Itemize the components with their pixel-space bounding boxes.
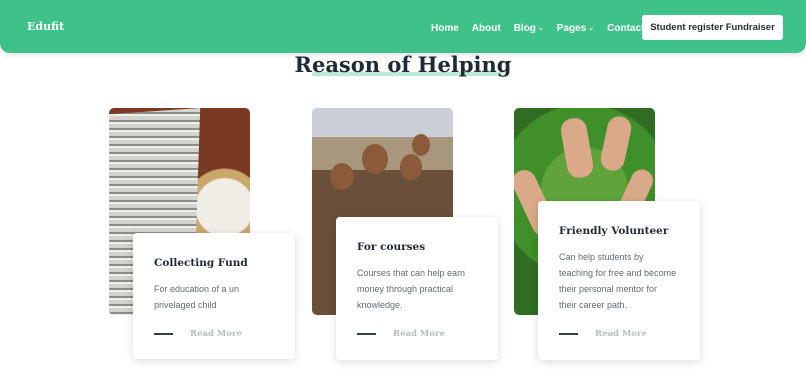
read-more-link[interactable]: Read More [559, 329, 647, 339]
card-desc-line: Courses that can help earn [357, 268, 466, 278]
student-register-button[interactable]: Student register Fundraiser [642, 15, 783, 40]
nav-home-label: Home [431, 22, 459, 34]
card-title: For courses [357, 241, 426, 253]
read-more-label: Read More [393, 329, 445, 339]
card-friendly-volunteer: Friendly Volunteer Can help students by … [538, 201, 700, 360]
card-for-courses: For courses Courses that can help earn m… [336, 217, 498, 360]
child-figure [412, 134, 430, 156]
hand-shape [558, 116, 596, 180]
card-collecting-fund: Collecting Fund For education of a un pr… [133, 233, 295, 359]
nav-pages[interactable]: Pages ⌄ [557, 23, 594, 34]
brand-logo[interactable]: Edufit [27, 20, 64, 33]
nav-home[interactable]: Home [431, 23, 459, 34]
card-description: For education of a un privelaged child [154, 281, 279, 313]
dash-icon [559, 333, 578, 335]
card-desc-line: privelaged child [154, 300, 217, 310]
chevron-down-icon: ⌄ [588, 25, 595, 32]
card-desc-line: For education of a un [154, 284, 240, 294]
card-title: Friendly Volunteer [559, 225, 669, 237]
navbar: Edufit Home About Blog ⌄ Pages ⌄ Contact S… [0, 0, 806, 53]
card-description: Courses that can help earn money through… [357, 265, 482, 313]
child-figure [400, 154, 422, 180]
child-figure [330, 163, 354, 190]
read-more-label: Read More [190, 329, 242, 339]
nav-about[interactable]: About [472, 23, 501, 34]
section-title: Reason of Helping [294, 52, 512, 77]
dash-icon [357, 333, 376, 335]
card-desc-line: their career path. [559, 300, 628, 310]
hand-shape [598, 114, 634, 173]
nav-contact[interactable]: Contact [607, 23, 644, 34]
nav-blog-label: Blog [513, 22, 536, 34]
card-title: Collecting Fund [154, 257, 248, 269]
card-desc-line: knowledge. [357, 300, 403, 310]
nav-pages-label: Pages [556, 22, 587, 34]
nav-blog[interactable]: Blog ⌄ [514, 23, 544, 34]
card-desc-line: teaching for free and become [559, 268, 677, 278]
child-figure [362, 144, 388, 174]
dash-icon [154, 333, 173, 335]
card-desc-line: Can help students by [559, 252, 644, 262]
card-desc-line: money through practical [357, 284, 454, 294]
read-more-link[interactable]: Read More [154, 329, 242, 339]
card-description: Can help students by teaching for free a… [559, 249, 684, 313]
chevron-down-icon: ⌄ [537, 25, 544, 32]
card-desc-line: their personal mentor for [559, 284, 658, 294]
nav-contact-label: Contact [607, 22, 645, 34]
nav-links: Home About Blog ⌄ Pages ⌄ Contact [431, 21, 657, 35]
read-more-label: Read More [595, 329, 647, 339]
read-more-link[interactable]: Read More [357, 329, 445, 339]
nav-about-label: About [471, 22, 501, 34]
